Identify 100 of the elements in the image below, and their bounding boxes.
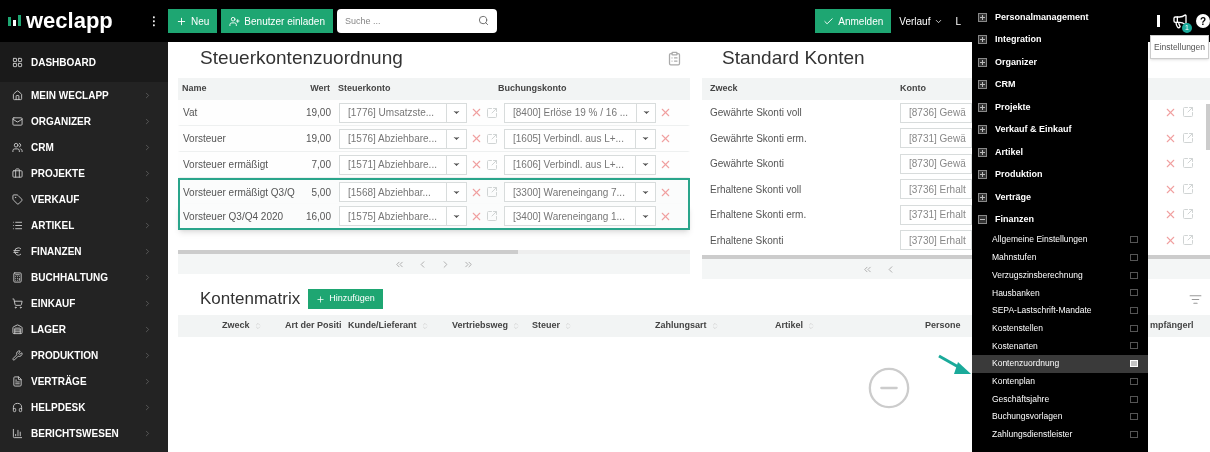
chevron-icon bbox=[143, 272, 152, 282]
filter-icon[interactable] bbox=[1189, 292, 1202, 306]
remove-icon[interactable] bbox=[470, 106, 483, 119]
open-icon[interactable] bbox=[1182, 208, 1194, 221]
account-select[interactable]: [3736] Erhalt bbox=[900, 179, 972, 200]
account-select[interactable]: [1606] Verbindl. aus L+... bbox=[504, 154, 656, 175]
menu-group[interactable]: Organizer bbox=[972, 51, 1148, 74]
menu-group[interactable]: Artikel bbox=[972, 141, 1148, 164]
sidebar-item[interactable]: ARTIKEL bbox=[0, 212, 168, 238]
caret-icon bbox=[641, 134, 650, 143]
search-field[interactable]: Suche ... bbox=[337, 9, 497, 33]
sidebar-item[interactable]: FINANZEN bbox=[0, 238, 168, 264]
user-plus-icon bbox=[229, 15, 241, 27]
euro-icon bbox=[12, 245, 23, 257]
menu-item[interactable]: Kontenzuordnung bbox=[972, 354, 1148, 373]
sidebar-toggle[interactable]: ⁝ bbox=[152, 10, 156, 32]
chevron-icon bbox=[143, 350, 152, 360]
chevron-icon bbox=[143, 246, 152, 256]
open-icon[interactable] bbox=[1182, 182, 1194, 195]
menu-item[interactable]: Geschäftsjahre bbox=[972, 390, 1148, 408]
menu-item[interactable]: Kostenstellen bbox=[972, 319, 1148, 338]
sidebar-item[interactable]: VERKAUF bbox=[0, 186, 168, 212]
megaphone-icon[interactable] bbox=[1172, 13, 1188, 29]
chevron-icon bbox=[143, 298, 152, 308]
sidebar-item[interactable]: BUCHHALTUNG bbox=[0, 264, 168, 290]
chevron-icon bbox=[143, 168, 152, 178]
sidebar-item[interactable]: HELPDESK bbox=[0, 394, 168, 420]
account-select[interactable]: [8731] Gewä bbox=[900, 128, 972, 149]
expand-icon bbox=[978, 170, 987, 180]
menu-item[interactable]: Zahlungsdienstleister bbox=[972, 425, 1148, 444]
remove-icon[interactable] bbox=[470, 158, 483, 171]
menu-group[interactable]: Finanzen bbox=[972, 208, 1148, 231]
bar-icon[interactable] bbox=[1157, 15, 1160, 27]
open-icon[interactable] bbox=[486, 132, 498, 145]
column-header[interactable]: Steuer bbox=[532, 319, 560, 333]
chevron-icon bbox=[143, 324, 152, 334]
account-select[interactable]: [1571] Abziehbare... bbox=[339, 154, 467, 175]
chevron-icon bbox=[143, 376, 152, 386]
column-header[interactable]: Zweck bbox=[222, 319, 250, 333]
open-icon[interactable] bbox=[1182, 233, 1194, 246]
menu-group[interactable]: Produktion bbox=[972, 163, 1148, 186]
expand-icon bbox=[978, 192, 987, 202]
open-icon[interactable] bbox=[1182, 157, 1194, 170]
clipboard-icon[interactable] bbox=[667, 50, 682, 66]
menu-group[interactable]: Verkauf & Einkauf bbox=[972, 118, 1148, 141]
column-header[interactable]: Kunde/Lieferant bbox=[348, 319, 417, 333]
scrollbar[interactable] bbox=[1206, 104, 1210, 150]
open-icon[interactable] bbox=[486, 186, 498, 198]
menu-item[interactable]: Kostenarten bbox=[972, 337, 1148, 355]
remove-icon[interactable] bbox=[659, 106, 672, 119]
open-icon[interactable] bbox=[486, 158, 498, 171]
account-select[interactable]: [3400] Wareneingang 1... bbox=[504, 206, 656, 226]
sidebar-item[interactable]: VERTRÄGE bbox=[0, 368, 168, 394]
sidebar-item[interactable]: BERICHTSWESEN bbox=[0, 420, 168, 446]
remove-icon[interactable] bbox=[659, 158, 672, 171]
column-header[interactable]: Vertriebsweg bbox=[452, 319, 509, 333]
sidebar-item[interactable]: MEIN WECLAPP bbox=[0, 82, 168, 108]
menu-item[interactable]: SEPA-Lastschrift-Mandate bbox=[972, 301, 1148, 320]
column-header[interactable]: Artikel bbox=[775, 319, 803, 333]
menu-item[interactable]: Mahnstufen bbox=[972, 248, 1148, 267]
help-icon[interactable]: ? bbox=[1196, 14, 1210, 28]
account-select[interactable]: [1605] Verbindl. aus L+... bbox=[504, 128, 656, 149]
open-icon[interactable] bbox=[486, 106, 498, 119]
menu-group[interactable]: Personalmanagement bbox=[972, 6, 1148, 29]
menu-item[interactable]: Buchungsvorlagen bbox=[972, 407, 1148, 426]
sidebar-item[interactable]: LAGER bbox=[0, 316, 168, 342]
remove-icon[interactable] bbox=[470, 132, 483, 145]
column-header[interactable]: mpfängerl bbox=[1150, 319, 1194, 333]
menu-group[interactable]: Verträge bbox=[972, 186, 1148, 209]
account-select[interactable]: [8736] Gewä bbox=[900, 102, 972, 123]
sidebar-item[interactable]: EINKAUF bbox=[0, 290, 168, 316]
account-select[interactable]: [1568] Abziehbar... bbox=[339, 182, 467, 202]
open-icon[interactable] bbox=[1182, 106, 1194, 119]
sidebar-item[interactable]: PRODUKTION bbox=[0, 342, 168, 368]
menu-item[interactable]: Kontenplan bbox=[972, 372, 1148, 391]
account-select[interactable]: [1575] Abziehbare... bbox=[339, 206, 467, 226]
history-menu[interactable]: Verlauf bbox=[899, 13, 944, 29]
menu-item[interactable]: Hausbanken bbox=[972, 284, 1148, 302]
menu-label[interactable]: L bbox=[955, 13, 961, 29]
table-cell-text: 19,00 bbox=[304, 106, 332, 120]
account-select[interactable]: [1576] Abziehbare... bbox=[339, 128, 467, 149]
account-select[interactable]: [3730] Erhalt bbox=[900, 230, 972, 251]
account-select[interactable]: [8730] Gewä bbox=[900, 153, 972, 174]
remove-icon[interactable] bbox=[659, 132, 672, 145]
sidebar-item[interactable]: CRM bbox=[0, 134, 168, 160]
column-header[interactable]: Zahlungsart bbox=[655, 319, 707, 333]
column-header[interactable]: Persone bbox=[925, 319, 961, 333]
menu-item[interactable]: Allgemeine Einstellungen bbox=[972, 231, 1148, 249]
column-header[interactable]: Art der Positi bbox=[285, 319, 342, 333]
sidebar-item[interactable]: ORGANIZER bbox=[0, 108, 168, 134]
open-icon[interactable] bbox=[486, 210, 498, 222]
menu-group[interactable]: Integration bbox=[972, 28, 1148, 51]
account-select[interactable]: [3731] Erhalt bbox=[900, 204, 972, 225]
menu-item[interactable]: Verzugszinsberechnung bbox=[972, 266, 1148, 285]
account-select[interactable]: [1776] Umsatzste... bbox=[339, 102, 467, 123]
sidebar-item[interactable]: PROJEKTE bbox=[0, 160, 168, 186]
open-icon[interactable] bbox=[1182, 131, 1194, 144]
account-select[interactable]: [3300] Wareneingang 7... bbox=[504, 182, 656, 202]
scrollbar[interactable] bbox=[178, 250, 518, 254]
account-select[interactable]: [8400] Erlöse 19 % / 16 ... bbox=[504, 102, 656, 123]
